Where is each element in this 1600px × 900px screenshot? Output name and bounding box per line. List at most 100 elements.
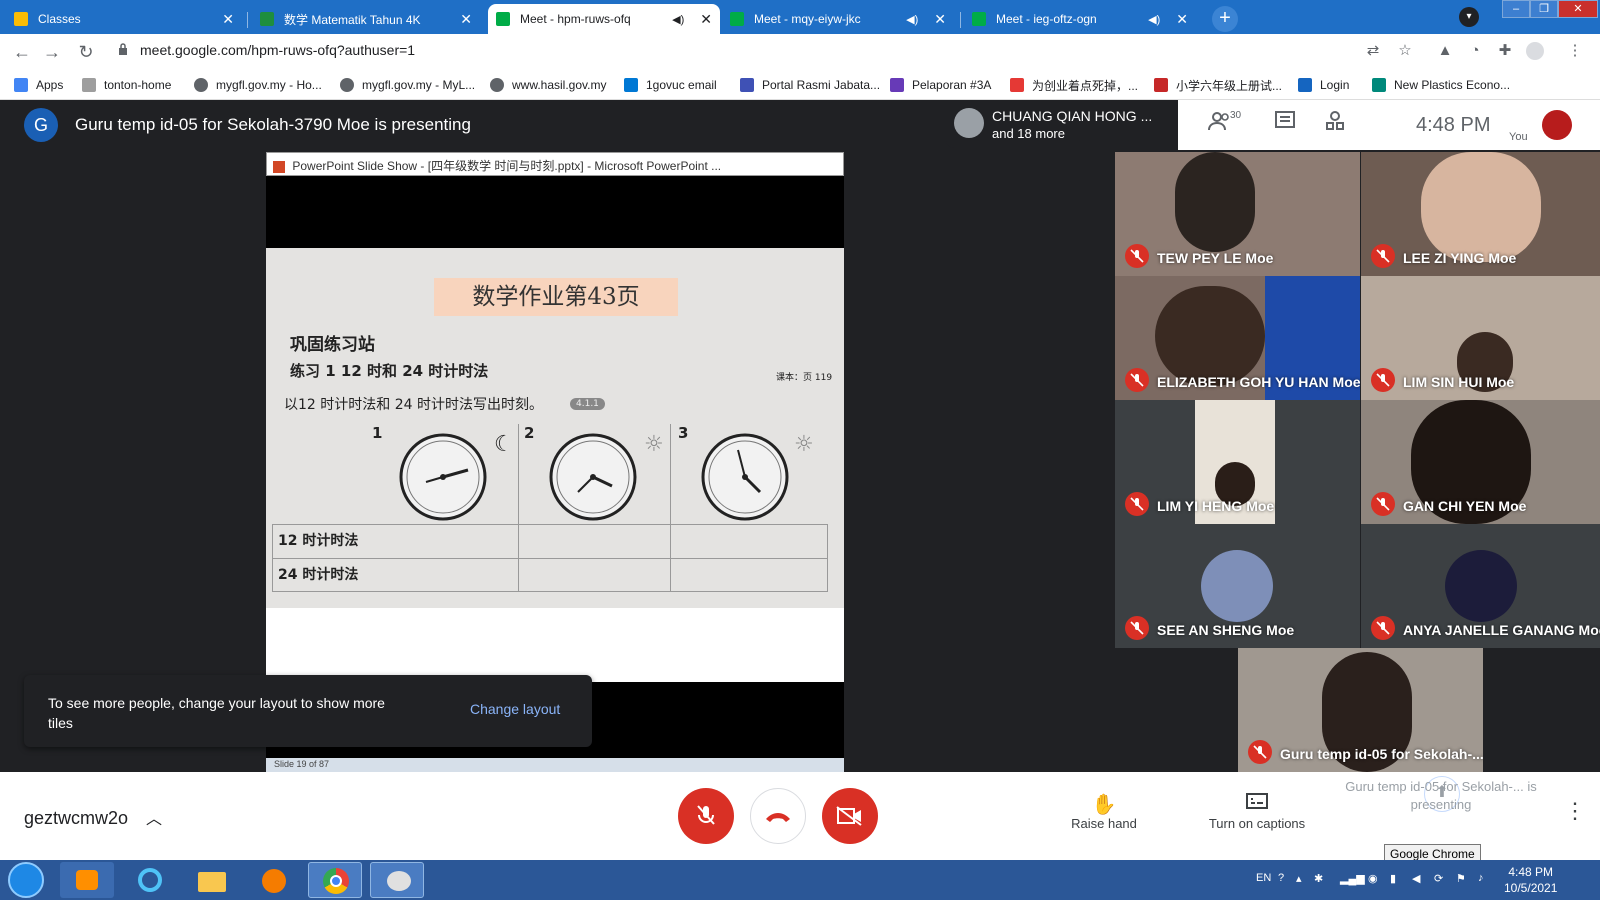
new-tab-button[interactable]: + bbox=[1212, 6, 1238, 32]
chrome-icon[interactable] bbox=[308, 862, 362, 898]
internet-explorer-icon[interactable] bbox=[122, 862, 176, 898]
media-player-icon[interactable] bbox=[60, 862, 114, 898]
participant-tile[interactable]: GAN CHI YEN Moe bbox=[1361, 400, 1600, 524]
camera-toggle-button[interactable] bbox=[822, 788, 878, 844]
participant-name: SEE AN SHENG Moe bbox=[1157, 622, 1295, 638]
presentation-title: Guru temp id-05 for Sekolah-3790 Moe is … bbox=[75, 115, 471, 134]
exercise-heading: 练习 1 12 时和 24 时计时法 bbox=[290, 362, 489, 380]
back-icon[interactable]: ← bbox=[10, 40, 34, 64]
raise-hand-button[interactable]: ✋ Raise hand bbox=[1068, 792, 1140, 831]
tab-title: Meet - mqy-eiyw-jkc bbox=[754, 12, 861, 26]
participant-tile[interactable]: LEE ZI YING Moe bbox=[1361, 152, 1600, 276]
bookmark-pelaporan[interactable]: Pelaporan #3A bbox=[890, 76, 991, 94]
close-icon[interactable]: ✕ bbox=[934, 11, 946, 28]
change-layout-button[interactable]: Change layout bbox=[470, 701, 560, 717]
activities-icon[interactable] bbox=[1324, 110, 1346, 138]
presenter-self-tile[interactable]: Guru temp id-05 for Sekolah-... bbox=[1238, 648, 1483, 772]
bookmark-hasil[interactable]: www.hasil.gov.my bbox=[490, 76, 606, 94]
speaker-icon[interactable]: ◀) bbox=[672, 13, 684, 26]
clock-number: 1 bbox=[372, 424, 383, 442]
menu-icon[interactable]: ⋮ bbox=[1566, 42, 1584, 60]
close-icon[interactable]: ✕ bbox=[460, 11, 472, 28]
participant-tile[interactable]: LIM SIN HUI Moe bbox=[1361, 276, 1600, 400]
bookmark-mygfl-home[interactable]: mygfl.gov.my - Ho... bbox=[194, 76, 322, 94]
translate-icon[interactable]: ⇄ bbox=[1364, 42, 1382, 60]
other-participants-chip[interactable]: CHUANG QIAN HONG ... and 18 more bbox=[946, 100, 1156, 148]
puzzle-icon[interactable]: ✚ bbox=[1496, 42, 1514, 60]
system-clock[interactable]: 4:48 PM 10/5/2021 bbox=[1504, 864, 1557, 896]
flag-icon[interactable]: ⚑ bbox=[1456, 872, 1466, 885]
close-icon[interactable]: ✕ bbox=[1176, 11, 1188, 28]
sync-icon[interactable]: ◔ bbox=[1466, 42, 1484, 60]
mic-off-icon bbox=[1125, 368, 1149, 392]
video-feed bbox=[1175, 152, 1255, 252]
homework-title: 数学作业第43页 bbox=[434, 278, 678, 316]
sun-icon: ☼ bbox=[644, 432, 664, 457]
tray-chevron-icon[interactable]: ▴ bbox=[1296, 872, 1302, 885]
browser-toolbar: ← → ↻ meet.google.com/hpm-ruws-ofq?authu… bbox=[0, 34, 1600, 70]
participant-name: CHUANG QIAN HONG ... bbox=[992, 108, 1153, 124]
tab-search-icon[interactable]: ▾ bbox=[1459, 7, 1479, 27]
participant-tile[interactable]: ELIZABETH GOH YU HAN Moe bbox=[1115, 276, 1360, 400]
close-icon[interactable]: ✕ bbox=[700, 11, 712, 28]
tray-app-icon[interactable]: ✱ bbox=[1314, 872, 1323, 885]
help-icon[interactable]: ? bbox=[1278, 872, 1284, 884]
bookmark-mygfl-myl[interactable]: mygfl.gov.my - MyL... bbox=[340, 76, 475, 94]
file-explorer-icon[interactable] bbox=[184, 862, 238, 898]
chat-icon[interactable] bbox=[1274, 110, 1296, 138]
participant-tile[interactable]: LIM YI HENG Moe bbox=[1115, 400, 1360, 524]
meeting-code[interactable]: geztwcmw2o bbox=[24, 808, 128, 829]
participant-tile[interactable]: TEW PEY LE Moe bbox=[1115, 152, 1360, 276]
minimize-button[interactable]: – bbox=[1502, 0, 1530, 18]
more-participants: and 18 more bbox=[992, 126, 1065, 141]
bookmark-label: www.hasil.gov.my bbox=[512, 78, 607, 92]
participant-tile[interactable]: ANYA JANELLE GANANG Moe bbox=[1361, 524, 1600, 648]
captions-button[interactable]: Turn on captions bbox=[1196, 792, 1318, 831]
self-avatar[interactable] bbox=[1542, 110, 1572, 140]
network-icon[interactable]: ▮ bbox=[1390, 872, 1396, 885]
tab-meet-hpm[interactable]: Meet - hpm-ruws-ofq ◀) ✕ bbox=[488, 4, 720, 34]
participant-name: LEE ZI YING Moe bbox=[1403, 250, 1517, 266]
chevron-up-icon[interactable]: ︿ bbox=[146, 805, 162, 829]
speaker-icon[interactable]: ◀) bbox=[906, 13, 918, 26]
volume-tray-icon[interactable]: ◀ bbox=[1412, 872, 1420, 885]
leave-call-button[interactable] bbox=[750, 788, 806, 844]
tab-meet-ieg[interactable]: Meet - ieg-oftz-ogn ◀) ✕ bbox=[964, 4, 1196, 34]
bookmark-label: mygfl.gov.my - MyL... bbox=[362, 78, 476, 92]
participant-tile[interactable]: SEE AN SHENG Moe bbox=[1115, 524, 1360, 648]
bookmark-xiaoxue[interactable]: 小学六年级上册试... bbox=[1154, 76, 1282, 94]
mic-toggle-button[interactable] bbox=[678, 788, 734, 844]
bookmark-star-icon[interactable]: ☆ bbox=[1396, 42, 1414, 60]
bookmark-label: Login bbox=[1320, 78, 1350, 92]
bookmark-plastics[interactable]: New Plastics Econo... bbox=[1372, 76, 1510, 94]
signal-icon[interactable]: ▂▄▆ bbox=[1340, 872, 1365, 885]
language-indicator[interactable]: EN bbox=[1256, 872, 1271, 884]
sync-tray-icon[interactable]: ⟳ bbox=[1434, 872, 1443, 885]
address-bar[interactable]: meet.google.com/hpm-ruws-ofq?authuser=1 bbox=[140, 42, 415, 58]
maximize-button[interactable]: ❐ bbox=[1530, 0, 1558, 18]
bookmark-portal[interactable]: Portal Rasmi Jabata... bbox=[740, 76, 880, 94]
speaker-icon[interactable]: ♪ bbox=[1478, 872, 1484, 884]
reload-icon[interactable]: ↻ bbox=[74, 40, 98, 64]
profile-icon[interactable] bbox=[1526, 42, 1544, 60]
bookmark-apps[interactable]: Apps bbox=[14, 76, 63, 94]
bookmark-1govuc[interactable]: 1govuc email bbox=[624, 76, 717, 94]
speaker-icon[interactable]: ◀) bbox=[1148, 13, 1160, 26]
more-options-icon[interactable]: ⋮ bbox=[1564, 798, 1586, 824]
lock-icon[interactable] bbox=[118, 43, 128, 55]
window-close-button[interactable]: ✕ bbox=[1558, 0, 1598, 18]
start-button[interactable] bbox=[8, 862, 44, 898]
tab-classes[interactable]: Classes ✕ bbox=[6, 4, 242, 34]
tab-matematik[interactable]: 数学 Matematik Tahun 4K ✕ bbox=[252, 4, 480, 34]
settings-icon[interactable] bbox=[246, 862, 300, 898]
close-icon[interactable]: ✕ bbox=[222, 11, 234, 28]
extension-icon[interactable]: ▲ bbox=[1436, 42, 1454, 60]
bookmark-login[interactable]: Login bbox=[1298, 76, 1349, 94]
forward-icon[interactable]: → bbox=[40, 40, 64, 64]
paint-icon[interactable] bbox=[370, 862, 424, 898]
chrome-tray-icon[interactable]: ◉ bbox=[1368, 872, 1378, 885]
bookmark-youtube[interactable]: 为创业着点死掉，... bbox=[1010, 76, 1138, 94]
meet-icon bbox=[730, 12, 744, 26]
bookmark-tonton[interactable]: tonton-home bbox=[82, 76, 171, 94]
tab-meet-mqy[interactable]: Meet - mqy-eiyw-jkc ◀) ✕ bbox=[722, 4, 954, 34]
